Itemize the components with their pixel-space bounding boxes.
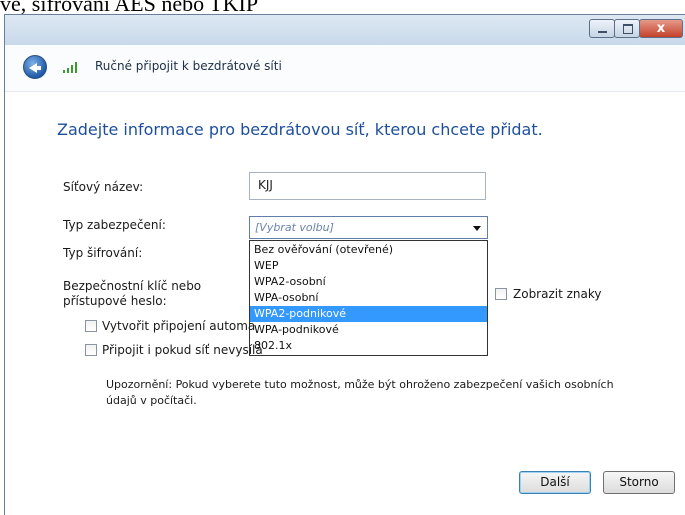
option-open[interactable]: Bez ověřování (otevřené) [250, 242, 487, 258]
option-wpa-personal[interactable]: WPA-osobní [250, 290, 487, 306]
auto-connect-label: Vytvořit připojení automa [102, 319, 256, 333]
show-characters-label: Zobrazit znaky [513, 287, 602, 301]
connect-hidden-checkbox[interactable] [85, 344, 97, 356]
ssid-input[interactable]: KJJ [249, 172, 486, 200]
warning-line-1: Upozornění: Pokud vyberete tuto možnost,… [106, 378, 614, 391]
security-key-label-line2: přístupové heslo: [63, 294, 167, 308]
close-icon: x [656, 21, 666, 36]
ssid-label: Síťový název: [63, 180, 144, 194]
option-wpa-enterprise[interactable]: WPA-podnikové [250, 322, 487, 338]
warning-line-2: údajů v počítači. [106, 394, 197, 407]
maximize-button[interactable] [614, 19, 640, 38]
security-key-label-line1: Bezpečnostní klíč nebo [63, 279, 202, 293]
wizard-title: Ručné připojit k bezdrátové síti [95, 59, 282, 73]
page-heading: Zadejte informace pro bezdrátovou síť, k… [57, 120, 543, 139]
wizard-header: Ručné připojit k bezdrátové síti [5, 45, 685, 92]
security-type-value: [Vybrat volbu] [255, 221, 334, 234]
show-characters-checkbox[interactable] [495, 288, 507, 300]
title-bar: x [5, 15, 685, 45]
option-wpa2-personal[interactable]: WPA2-osobní [250, 274, 487, 290]
option-wep[interactable]: WEP [250, 258, 487, 274]
warning-note: Upozornění: Pokud vyberete tuto možnost,… [106, 377, 666, 409]
wireless-signal-icon [63, 61, 81, 73]
option-8021x[interactable]: 802.1x [250, 338, 487, 354]
encryption-type-label: Typ šifrování: [63, 246, 143, 260]
auto-connect-checkbox[interactable] [85, 320, 97, 332]
next-button[interactable]: Další [519, 471, 591, 494]
connect-hidden-label: Připojit i pokud síť nevysílá [102, 343, 263, 357]
minimize-button[interactable] [589, 19, 615, 38]
close-button[interactable]: x [639, 19, 683, 38]
back-arrow-icon[interactable] [23, 55, 47, 79]
option-wpa2-enterprise[interactable]: WPA2-podnikové [250, 306, 487, 322]
security-type-label: Typ zabezpečení: [63, 218, 166, 232]
security-type-dropdown: Bez ověřování (otevřené) WEP WPA2-osobní… [249, 240, 488, 356]
cancel-button[interactable]: Storno [603, 471, 675, 494]
dialog-window: x Ručné připojit k bezdrátové síti Zadej… [4, 14, 685, 515]
security-type-select[interactable]: [Vybrat volbu] [249, 216, 488, 239]
chevron-down-icon[interactable] [473, 226, 481, 231]
